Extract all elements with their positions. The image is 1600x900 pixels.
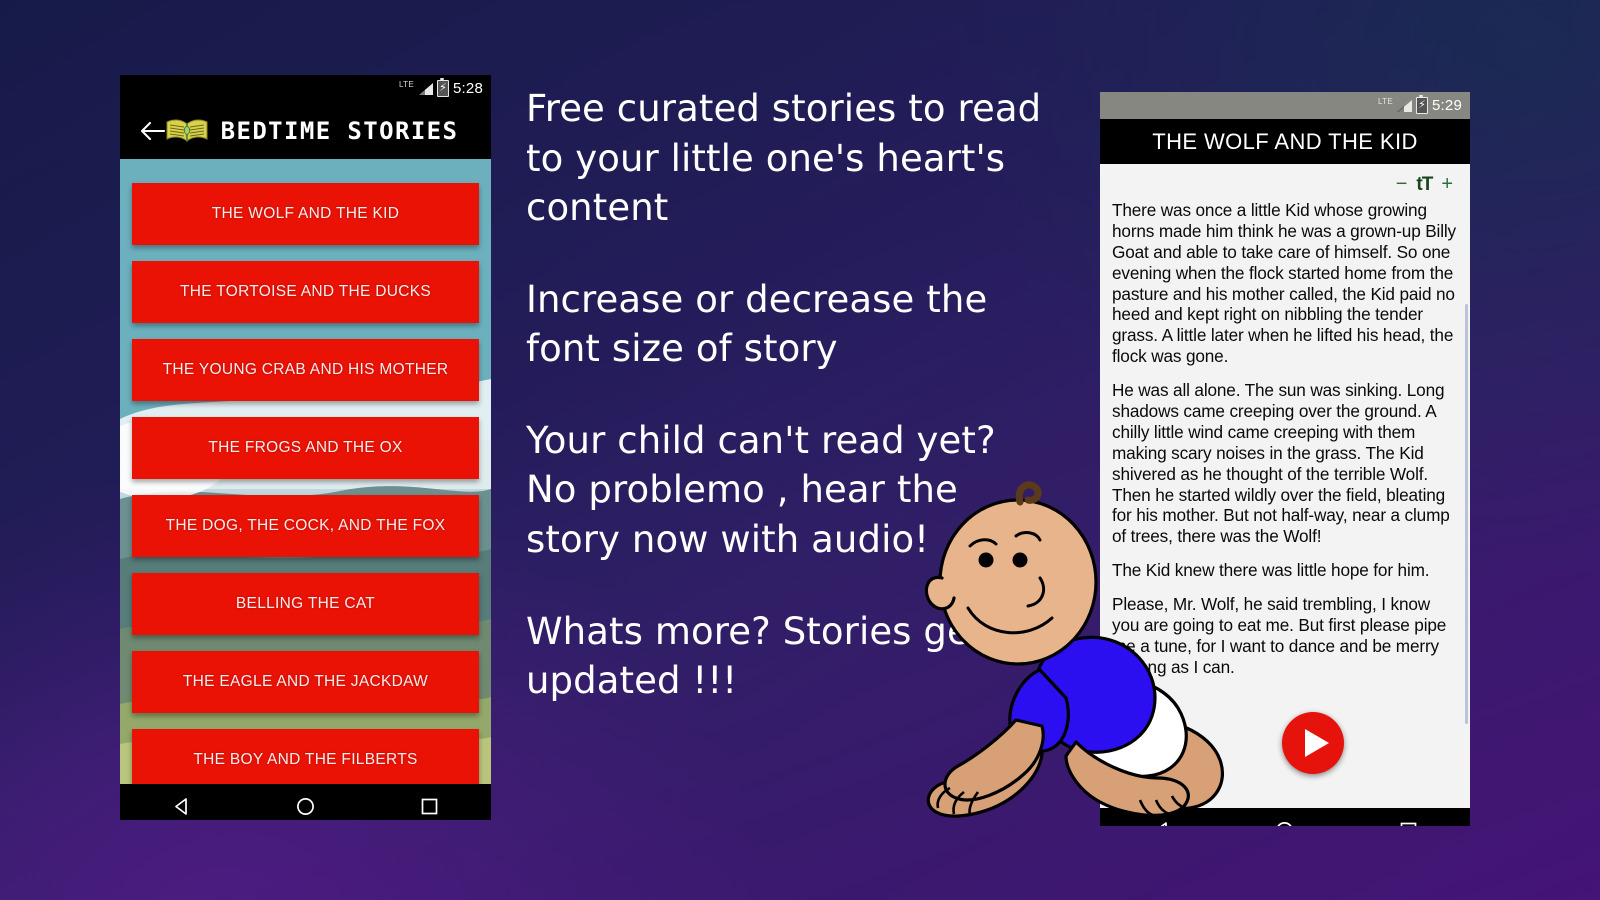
story-list-item[interactable]: THE FROGS AND THE OX [132,417,479,479]
open-book-icon [165,118,209,144]
left-app-bar: BEDTIME STORIES [120,102,491,159]
story-list-item-label: THE WOLF AND THE KID [211,205,400,222]
signal-bars-icon [1397,99,1412,112]
story-list-item-label: THE DOG, THE COCK, AND THE FOX [165,517,446,534]
story-list-item-label: THE YOUNG CRAB AND HIS MOTHER [162,361,449,378]
story-title: THE WOLF AND THE KID [1152,128,1418,154]
story-list-item[interactable]: THE TORTOISE AND THE DUCKS [132,261,479,323]
battery-charging-icon: ⚡ [1416,94,1428,114]
nav-home-icon[interactable] [292,794,318,820]
story-list[interactable]: THE WOLF AND THE KID THE TORTOISE AND THE… [120,159,491,784]
font-size-controls: − tT + [1112,164,1458,200]
scrollbar[interactable] [1465,304,1468,724]
story-list-item[interactable]: THE DOG, THE COCK, AND THE FOX [132,495,479,557]
network-type-label: LTE [399,79,414,89]
network-type-label: LTE [1378,96,1393,106]
story-list-item-label: THE BOY AND THE FILBERTS [193,751,418,768]
story-list-item-label: THE FROGS AND THE OX [208,439,403,456]
promo-line: Free curated stories to read to your lit… [526,87,1042,230]
story-list-item[interactable]: BELLING THE CAT [132,573,479,635]
status-time: 5:28 [453,80,483,97]
left-status-bar: LTE ⚡ 5:28 [120,75,491,102]
font-decrease-button[interactable]: − [1396,174,1408,194]
left-phone-screenshot: LTE ⚡ 5:28 BEDTIME STORIES THE WOLF AND … [120,75,491,820]
app-title-group: BEDTIME STORIES [158,117,465,145]
left-nav-bar [120,784,491,820]
play-triangle-icon [1304,729,1329,757]
story-list-item[interactable]: THE BOY AND THE FILBERTS [132,729,479,784]
promo-line: Increase or decrease the font size of st… [526,277,988,371]
nav-home-icon[interactable] [1272,818,1298,826]
status-time: 5:29 [1432,97,1462,114]
story-list-item-label: THE TORTOISE AND THE DUCKS [180,283,431,300]
nav-back-icon[interactable] [169,794,195,820]
font-size-label-icon: tT [1416,173,1433,195]
nav-recents-icon[interactable] [1395,818,1421,826]
story-list-area: THE WOLF AND THE KID THE TORTOISE AND THE… [120,159,491,784]
right-status-bar: LTE ⚡ 5:29 [1100,92,1470,119]
story-list-item[interactable]: THE EAGLE AND THE JACKDAW [132,651,479,713]
font-increase-button[interactable]: + [1441,174,1453,194]
story-paragraph: There was once a little Kid whose growin… [1112,200,1456,367]
baby-illustration [890,470,1250,840]
battery-charging-icon: ⚡ [437,77,449,97]
signal-bars-icon [418,82,433,95]
story-list-item-label: BELLING THE CAT [235,595,376,612]
promo-screenshot: LTE ⚡ 5:28 BEDTIME STORIES THE WOLF AND … [0,0,1600,900]
nav-recents-icon[interactable] [416,794,442,820]
story-list-item[interactable]: THE WOLF AND THE KID [132,183,479,245]
page-title: BEDTIME STORIES [220,116,459,145]
story-list-item[interactable]: THE YOUNG CRAB AND HIS MOTHER [132,339,479,401]
story-list-item-label: THE EAGLE AND THE JACKDAW [182,673,429,690]
play-audio-button[interactable] [1282,712,1344,774]
reader-title-bar: THE WOLF AND THE KID [1100,119,1470,164]
